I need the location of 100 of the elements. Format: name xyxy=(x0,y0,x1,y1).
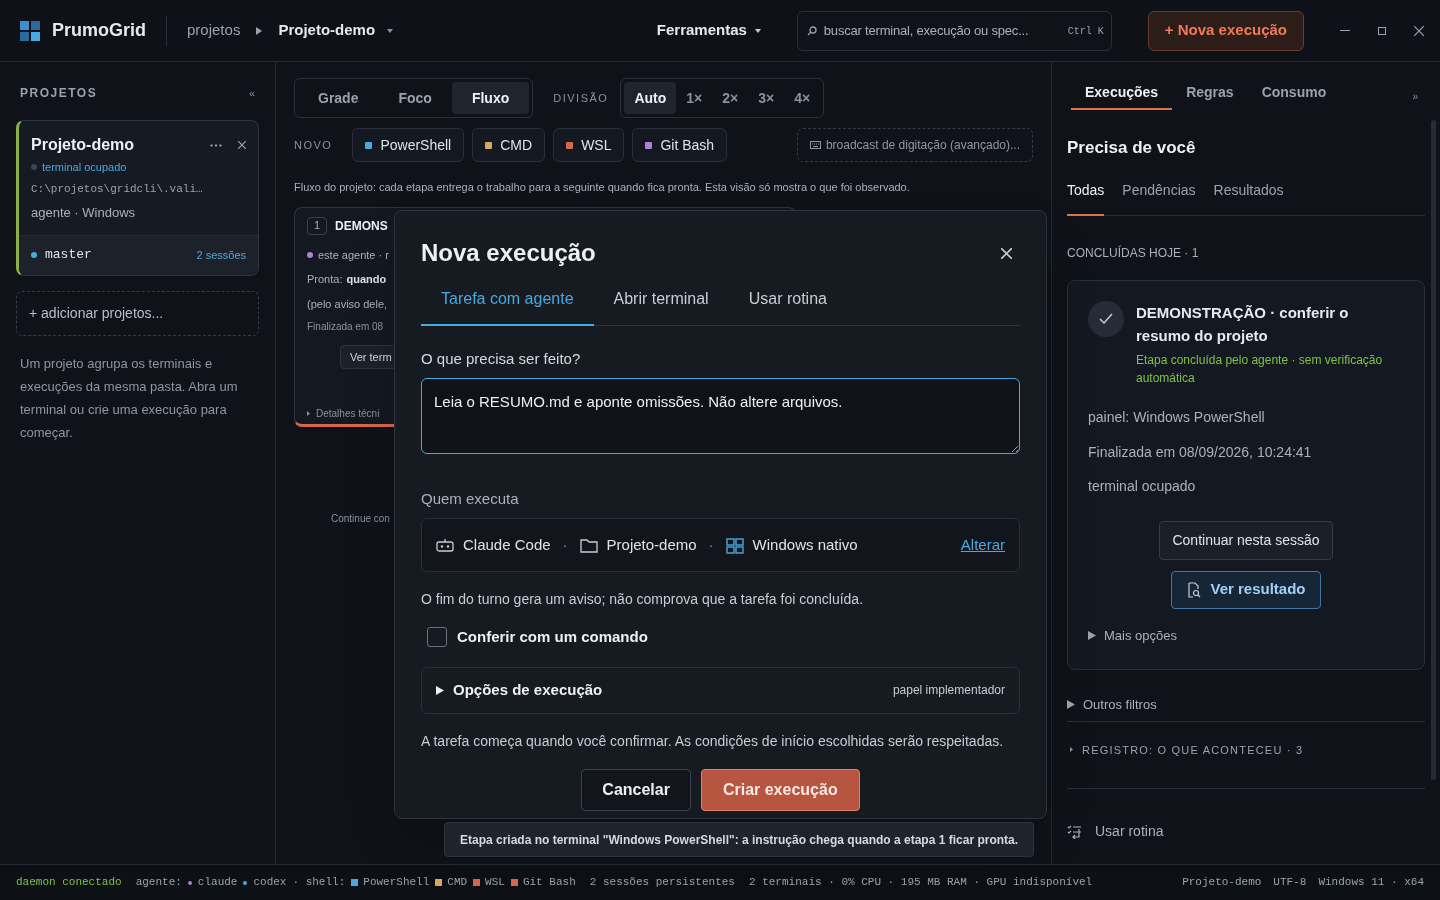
tools-menu[interactable]: Ferramentas xyxy=(656,19,747,42)
help-text: Um projeto agrupa os terminais e execuções da mesma pasta. Abra um terminal ou crie uma execução para começar. xyxy=(19,354,239,442)
panel-tab[interactable]: Execuções xyxy=(1071,82,1173,110)
breadcrumb-arrow-icon xyxy=(256,26,263,35)
turn-note: O fim do turno gera um aviso; não comprova que a tarefa foi concluída. xyxy=(421,590,865,609)
folder-icon xyxy=(579,536,598,554)
use-routine-button[interactable]: Usar rotina xyxy=(1095,821,1164,842)
project-selector[interactable]: Projeto-demo xyxy=(278,19,376,42)
start-note: A tarefa começa quando você confirmar. As condições de início escolhidas serão respeitadas. xyxy=(421,731,1005,751)
add-project-button[interactable]: + adicionar projetos... xyxy=(16,290,259,336)
close-icon[interactable] xyxy=(238,141,246,149)
expand-arrow-icon xyxy=(307,411,310,416)
expand-arrow-icon xyxy=(1070,747,1073,753)
project-card[interactable]: Projeto-demo terminal ocupado C:\projetos\gridcli\.vali… agente · Windows master 2 sessões xyxy=(16,120,259,276)
section-label: CONCLUÍDAS HOJE · 1 xyxy=(1067,244,1200,262)
status-info: UTF-8 xyxy=(1273,875,1307,891)
expand-arrow-icon xyxy=(1067,700,1075,710)
run-finished: Finalizada em 08/09/2026, 10:24:41 xyxy=(1088,442,1313,462)
stage-finished: Finalizada em 08 xyxy=(307,320,385,334)
view-result-button[interactable]: Ver resultado xyxy=(1171,570,1321,609)
continue-session-button[interactable]: Continuar nesta sessão xyxy=(1159,520,1333,560)
field-label: O que precisa ser feito? xyxy=(421,349,582,369)
change-link[interactable]: Alterar xyxy=(960,533,1005,557)
shell-name: PowerShell xyxy=(363,875,430,891)
agent-name: codex xyxy=(253,875,287,891)
new-terminal-button[interactable]: PowerShell xyxy=(352,128,465,162)
app-name: PrumoGrid xyxy=(52,19,146,42)
broadcast-button[interactable]: broadcast de digitação (avançado)... xyxy=(796,128,1033,162)
division-label: DIVISÃO xyxy=(553,90,609,106)
task-input[interactable]: Leia o RESUMO.md e aponte omissões. Não altere arquivos. xyxy=(421,377,1020,454)
minimize-icon[interactable] xyxy=(1340,29,1350,32)
run-status: Etapa concluída pelo agente · sem verificação automática xyxy=(1136,351,1384,387)
division-option[interactable]: 2× xyxy=(712,82,749,114)
division-option[interactable]: 4× xyxy=(784,82,821,114)
create-run-button[interactable]: Criar execução xyxy=(700,768,860,811)
dialog-title: Nova execução xyxy=(421,238,596,268)
checkbox-label: Conferir com um comando xyxy=(457,627,648,647)
project-meta: agente · Windows xyxy=(31,204,137,222)
robot-icon xyxy=(436,536,454,554)
panel-tab[interactable]: Consumo xyxy=(1247,82,1341,110)
dialog-tab[interactable]: Tarefa com agente xyxy=(421,287,594,326)
run-panel-label: painel: Windows PowerShell xyxy=(1088,407,1266,427)
shells-label: · shell: xyxy=(292,875,346,891)
filter-tab[interactable]: Pendências xyxy=(1122,179,1196,216)
new-terminal-button[interactable]: WSL xyxy=(553,128,625,162)
view-tab[interactable]: Foco xyxy=(378,82,452,114)
dialog-tab[interactable]: Usar rotina xyxy=(728,287,847,326)
checkbox[interactable] xyxy=(427,627,447,648)
check-icon xyxy=(1088,300,1124,337)
sidebar-title: PROJETOS xyxy=(20,85,98,102)
breadcrumb-link[interactable]: projetos xyxy=(187,19,241,42)
technical-details-toggle[interactable]: Detalhes técni xyxy=(316,406,380,421)
more-icon[interactable] xyxy=(210,143,222,147)
filter-tab[interactable]: Todas xyxy=(1067,179,1105,216)
separator-text: · xyxy=(562,534,568,555)
options-label: Opções de execução xyxy=(453,679,603,700)
stage-title: DEMONS xyxy=(335,217,388,235)
other-filters-toggle[interactable]: Outros filtros xyxy=(1083,695,1157,715)
dialog-tab[interactable]: Abrir terminal xyxy=(593,287,729,326)
flow-note: Fluxo do projeto: cada etapa entrega o trabalho para a seguinte quando fica pronta. Esta visão só mostra o que foi observado. xyxy=(294,180,911,195)
field-label: Quem executa xyxy=(421,488,520,509)
new-terminal-button[interactable]: CMD xyxy=(472,128,546,162)
panel-tab[interactable]: Regras xyxy=(1172,82,1248,110)
view-tab[interactable]: Fluxo xyxy=(451,82,530,114)
continue-hint: Continue con xyxy=(331,511,391,526)
maximize-icon[interactable] xyxy=(1378,26,1386,35)
shell-name: WSL xyxy=(485,875,505,891)
ready-value: quando xyxy=(346,272,387,287)
close-icon[interactable] xyxy=(1414,25,1424,36)
options-toggle[interactable]: Opções de execução papel implementador xyxy=(421,666,1020,714)
new-terminal-label: NOVO xyxy=(294,137,333,153)
division-option[interactable]: 1× xyxy=(676,82,713,114)
status-dot-icon xyxy=(31,164,37,171)
shortcut-hint: Ctrl K xyxy=(1067,24,1104,39)
sessions-count: 2 sessões xyxy=(196,247,246,263)
expand-arrow-icon xyxy=(436,685,445,695)
logo-icon xyxy=(20,20,40,41)
expand-panel-button[interactable]: » xyxy=(1412,89,1418,104)
runner-value: Projeto-demo xyxy=(606,534,697,555)
close-icon[interactable] xyxy=(1001,247,1012,259)
log-toggle[interactable]: REGISTRO: O QUE ACONTECEU · 3 xyxy=(1082,741,1304,758)
routine-icon xyxy=(1067,824,1082,839)
view-tab[interactable]: Grade xyxy=(298,82,379,114)
status-stat: 2 terminais · 0% CPU · 195 MB RAM · GPU indisponível xyxy=(748,875,1093,891)
options-hint: papel implementador xyxy=(892,682,1005,699)
new-run-button[interactable]: + Nova execução xyxy=(1147,10,1304,51)
document-search-icon xyxy=(1186,581,1203,598)
cancel-button[interactable]: Cancelar xyxy=(581,768,691,811)
stage-number: 1 xyxy=(307,216,327,235)
collapse-button[interactable]: « xyxy=(248,84,255,102)
filter-tab[interactable]: Resultados xyxy=(1213,179,1284,216)
windows-icon xyxy=(725,536,744,554)
status-info: Windows 11 · x64 xyxy=(1318,875,1424,891)
division-option[interactable]: Auto xyxy=(624,82,677,114)
more-options-toggle[interactable]: Mais opções xyxy=(1104,625,1177,645)
status-info: Projeto-demo xyxy=(1182,875,1262,891)
division-option[interactable]: 3× xyxy=(748,82,785,114)
branch-dot-icon xyxy=(31,252,37,258)
separator-text: · xyxy=(708,534,714,555)
new-terminal-button[interactable]: Git Bash xyxy=(632,128,728,162)
